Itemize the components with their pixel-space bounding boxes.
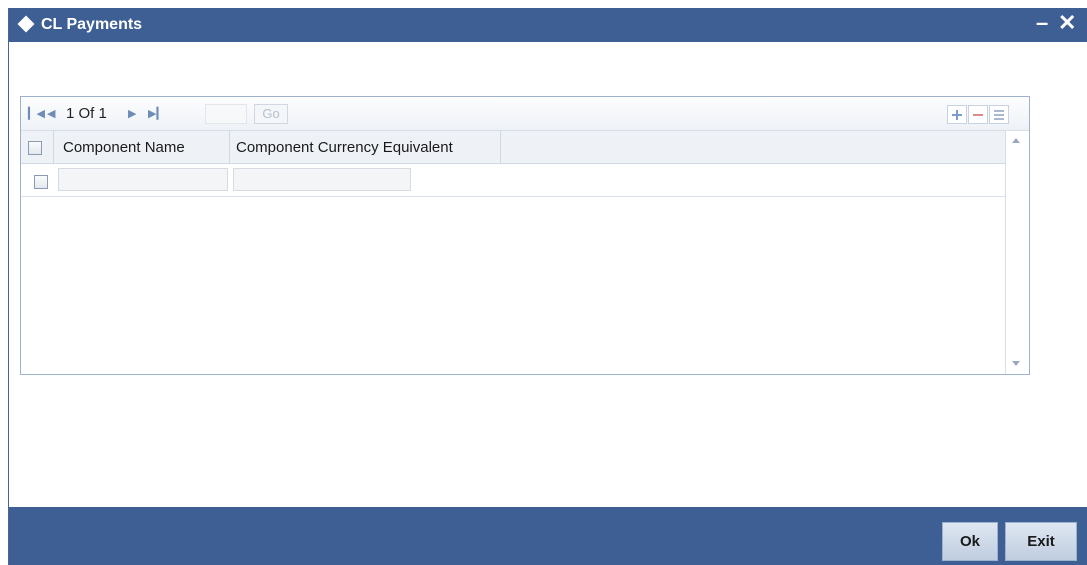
next-page-icon[interactable]: ▶	[128, 107, 136, 120]
list-icon[interactable]	[989, 105, 1009, 124]
last-page-icon[interactable]: ▶▎	[148, 107, 165, 120]
component-name-field[interactable]	[58, 168, 228, 191]
plus-icon[interactable]	[947, 105, 967, 124]
grid-table: Component Name Component Currency Equiva…	[21, 131, 1029, 374]
minus-icon[interactable]	[968, 105, 988, 124]
row-checkbox[interactable]	[34, 175, 48, 189]
select-all-checkbox[interactable]	[28, 141, 42, 155]
ok-button[interactable]: Ok	[942, 522, 998, 561]
cl-payments-window: CL Payments – ✕ ▎◀ ◀ 1 Of 1 ▶ ▶▎ Go Comp…	[8, 8, 1087, 565]
close-button[interactable]: ✕	[1058, 10, 1076, 36]
page-indicator: 1 Of 1	[66, 105, 107, 122]
column-header-component-name: Component Name	[54, 131, 230, 164]
select-all-cell	[21, 131, 54, 164]
goto-page-input[interactable]	[205, 104, 247, 124]
components-grid: ▎◀ ◀ 1 Of 1 ▶ ▶▎ Go Component Name Compo…	[20, 96, 1030, 375]
table-row	[21, 164, 1005, 197]
footer-bar: Ok Exit	[9, 507, 1087, 565]
column-label: Component Name	[63, 139, 185, 156]
currency-equivalent-field[interactable]	[233, 168, 411, 191]
scroll-up-icon[interactable]	[1012, 138, 1020, 143]
title-bar: CL Payments – ✕	[9, 8, 1087, 42]
first-page-icon[interactable]: ▎◀	[28, 107, 45, 120]
window-title: CL Payments	[41, 16, 143, 33]
column-label: Component Currency Equivalent	[236, 139, 453, 156]
scroll-down-icon[interactable]	[1012, 361, 1020, 366]
prev-page-icon[interactable]: ◀	[47, 107, 55, 120]
grid-pager: ▎◀ ◀ 1 Of 1 ▶ ▶▎ Go	[21, 97, 1029, 131]
minimize-button[interactable]: –	[1036, 12, 1048, 34]
go-button[interactable]: Go	[254, 104, 288, 124]
diamond-icon	[17, 15, 35, 33]
exit-button[interactable]: Exit	[1005, 522, 1077, 561]
table-header: Component Name Component Currency Equiva…	[21, 131, 1005, 164]
column-header-currency-equivalent: Component Currency Equivalent	[230, 131, 501, 164]
vertical-scrollbar[interactable]	[1005, 131, 1029, 374]
